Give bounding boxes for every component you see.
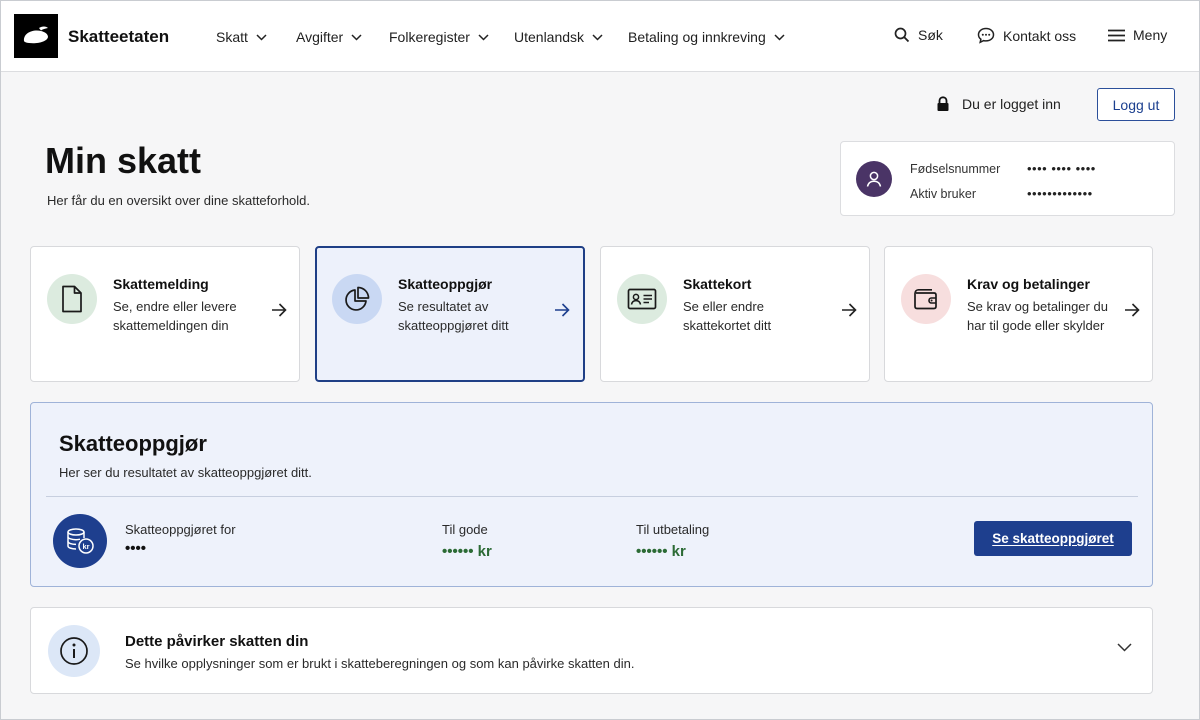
settlement-subtitle: Her ser du resultatet av skatteoppgjøret… xyxy=(59,465,312,480)
nav-label: Skatt xyxy=(216,29,248,45)
credit-value: •••••• kr xyxy=(442,543,492,560)
search-icon xyxy=(894,27,910,43)
card-title: Skattekort xyxy=(683,276,752,292)
id-card-icon xyxy=(627,288,657,310)
hamburger-menu-icon xyxy=(1108,29,1125,41)
chevron-down-icon xyxy=(592,33,603,41)
menu-button[interactable]: Meny xyxy=(1108,27,1167,43)
nav-item-folkeregister[interactable]: Folkeregister xyxy=(389,29,489,45)
nav-item-betaling[interactable]: Betaling og innkreving xyxy=(628,29,785,45)
nav-item-utenlandsk[interactable]: Utenlandsk xyxy=(514,29,603,45)
menu-label: Meny xyxy=(1133,27,1168,43)
chat-bubble-icon xyxy=(977,27,995,44)
nav-item-avgifter[interactable]: Avgifter xyxy=(296,29,362,45)
settlement-year-value: •••• xyxy=(125,540,147,557)
pie-chart-icon xyxy=(345,286,370,311)
contact-label: Kontakt oss xyxy=(1003,27,1077,44)
card-description: Se, endre eller levere skattemeldingen d… xyxy=(113,299,237,333)
chevron-down-icon xyxy=(351,33,362,41)
active-user-value: ••••••••••••• xyxy=(1027,186,1093,201)
chevron-down-icon xyxy=(256,33,267,41)
tax-factors-accordion[interactable]: Dette påvirker skatten din Se hvilke opp… xyxy=(30,607,1153,694)
contact-button[interactable]: Kontakt oss xyxy=(977,27,1076,44)
nav-label: Avgifter xyxy=(296,29,344,45)
credit-label: Til gode xyxy=(442,522,488,537)
accordion-title: Dette påvirker skatten din xyxy=(125,633,309,650)
payout-label: Til utbetaling xyxy=(636,522,710,537)
card-title: Skatteoppgjør xyxy=(398,276,493,292)
page-subtitle: Her får du en oversikt over dine skattef… xyxy=(47,193,311,208)
search-label: Søk xyxy=(918,27,943,43)
see-settlement-label: Se skatteoppgjøret xyxy=(992,531,1114,546)
card-description: Se krav og betalinger du har til gode el… xyxy=(967,299,1108,333)
nav-label: Betaling og innkreving xyxy=(628,29,766,45)
chevron-down-icon xyxy=(478,33,489,41)
site-header: Skatteetaten Skatt Avgifter Folkeregiste… xyxy=(0,0,1200,72)
brand-name[interactable]: Skatteetaten xyxy=(68,27,169,47)
search-button[interactable]: Søk xyxy=(894,27,943,43)
info-icon-bg xyxy=(48,625,100,677)
ssn-value: •••• •••• •••• xyxy=(1027,161,1096,176)
active-user-label: Aktiv bruker xyxy=(910,187,976,201)
avatar xyxy=(856,161,892,197)
card-description: Se resultatet av skatteoppgjøret ditt xyxy=(398,299,509,333)
card-krav-og-betalinger[interactable]: Krav og betalinger Se krav og betalinger… xyxy=(884,246,1153,382)
info-icon xyxy=(60,637,88,665)
card-title: Krav og betalinger xyxy=(967,276,1090,292)
svg-text:kr: kr xyxy=(82,542,89,551)
card-icon-bg xyxy=(47,274,97,324)
divider xyxy=(46,496,1138,497)
coins-kr-icon: kr xyxy=(67,528,94,554)
login-status-text: Du er logget inn xyxy=(962,96,1061,112)
login-status: Du er logget inn xyxy=(936,96,1061,112)
card-icon-bg xyxy=(617,274,667,324)
arrow-right-icon xyxy=(1125,303,1140,317)
coins-kr-icon-bg: kr xyxy=(53,514,107,568)
card-skatteoppgjor[interactable]: Skatteoppgjør Se resultatet av skatteopp… xyxy=(315,246,585,382)
card-description: Se eller endre skattekortet ditt xyxy=(683,299,772,333)
user-info-box: Fødselsnummer •••• •••• •••• Aktiv bruke… xyxy=(840,141,1175,216)
card-skattekort[interactable]: Skattekort Se eller endre skattekortet d… xyxy=(600,246,870,382)
see-settlement-button[interactable]: Se skatteoppgjøret xyxy=(974,521,1132,556)
nav-label: Folkeregister xyxy=(389,29,470,45)
skatteetaten-logo-icon[interactable] xyxy=(14,14,58,58)
arrow-right-icon xyxy=(842,303,857,317)
settlement-title: Skatteoppgjør xyxy=(59,431,207,456)
person-icon xyxy=(866,171,882,187)
nav-label: Utenlandsk xyxy=(514,29,585,45)
card-icon-bg xyxy=(332,274,382,324)
chevron-down-icon[interactable] xyxy=(1117,643,1132,652)
ssn-label: Fødselsnummer xyxy=(910,162,1001,176)
arrow-right-icon xyxy=(555,303,570,317)
page-title: Min skatt xyxy=(45,140,202,181)
nav-item-skatt[interactable]: Skatt xyxy=(216,29,267,45)
logout-button[interactable]: Logg ut xyxy=(1097,88,1175,121)
document-icon xyxy=(62,285,82,313)
card-title: Skattemelding xyxy=(113,276,209,292)
lock-icon xyxy=(937,96,949,111)
wallet-icon xyxy=(914,288,937,310)
settlement-panel: Skatteoppgjør Her ser du resultatet av s… xyxy=(30,402,1153,587)
payout-value: •••••• kr xyxy=(636,543,686,560)
accordion-description: Se hvilke opplysninger som er brukt i sk… xyxy=(125,656,635,671)
card-icon-bg xyxy=(901,274,951,324)
settlement-year-label: Skatteoppgjøret for xyxy=(125,522,236,537)
arrow-right-icon xyxy=(272,303,287,317)
chevron-down-icon xyxy=(774,33,785,41)
card-skattemelding[interactable]: Skattemelding Se, endre eller levere ska… xyxy=(30,246,300,382)
